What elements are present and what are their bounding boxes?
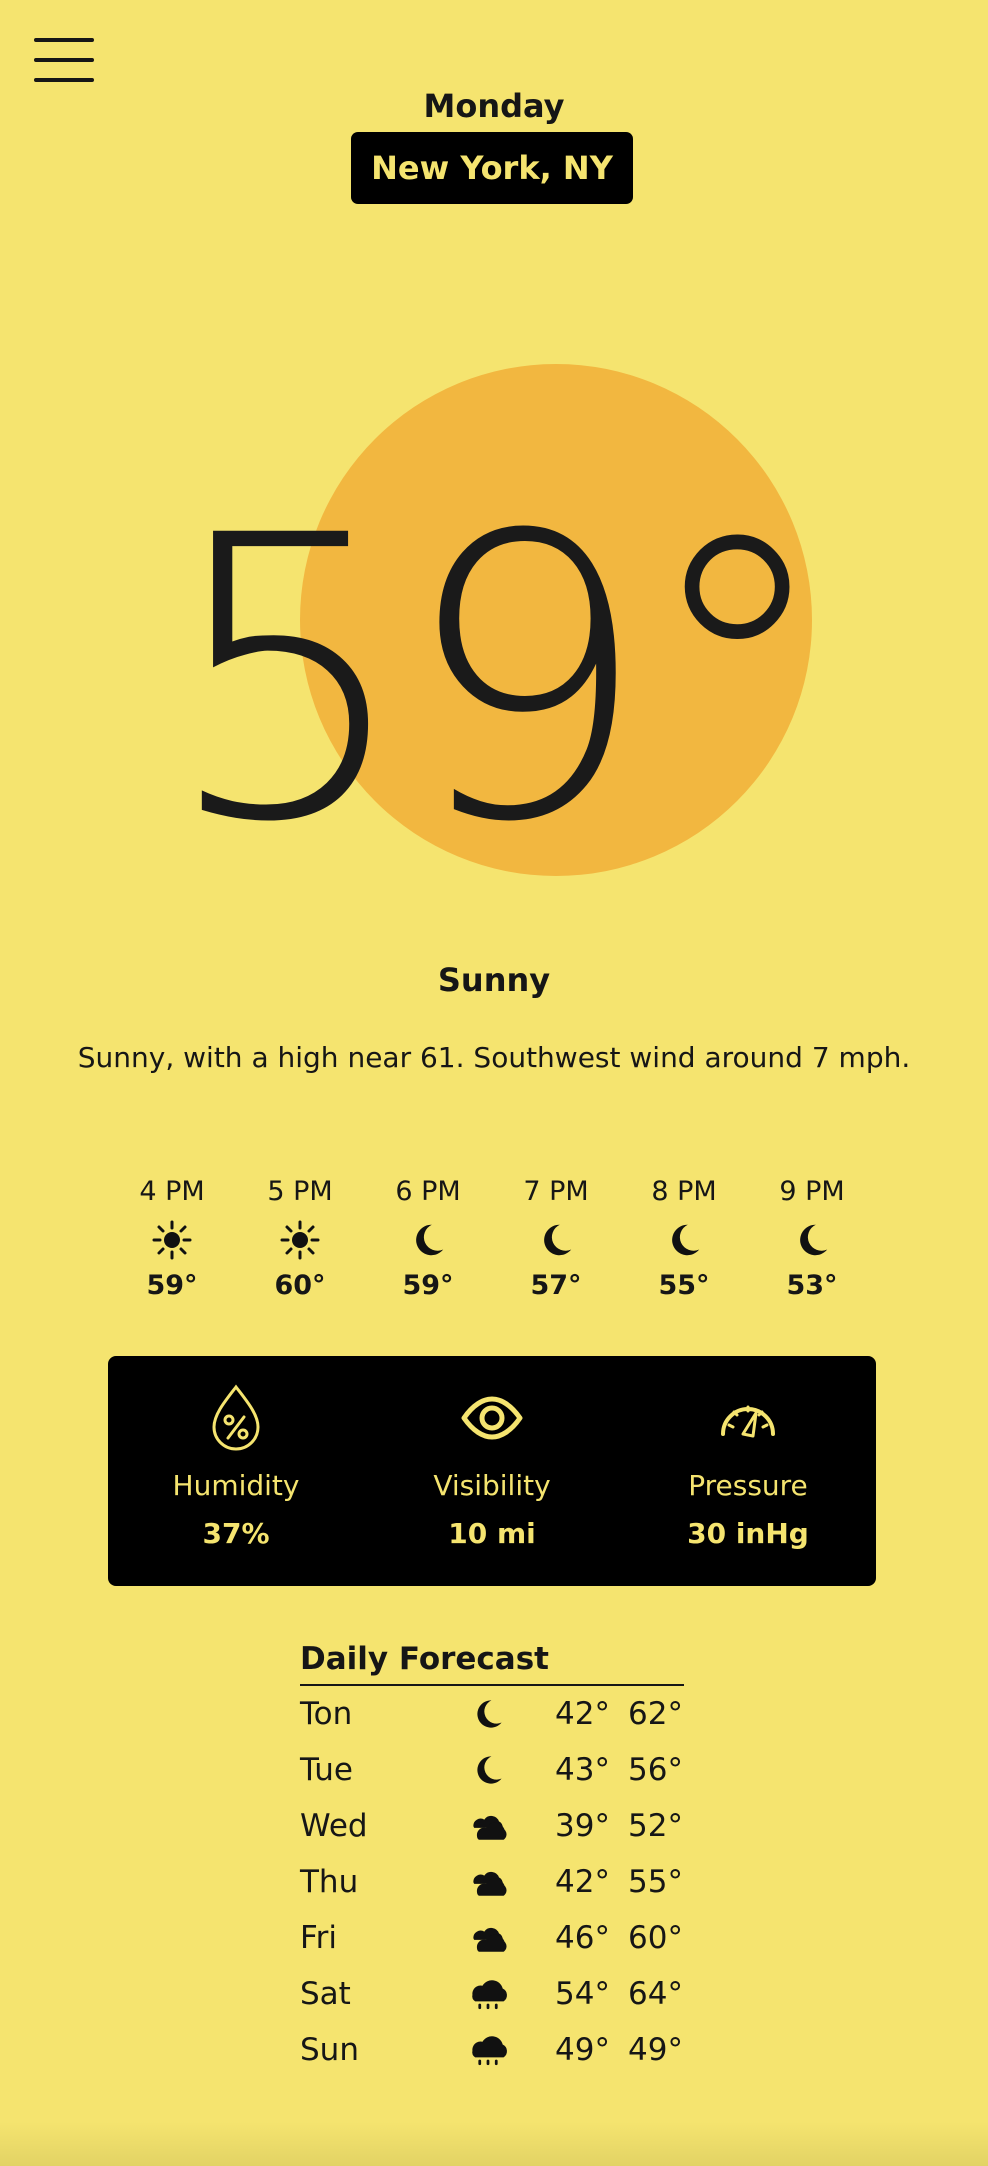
daily-forecast-row: Thu 42° 55° xyxy=(300,1854,684,1910)
daily-forecast-row: Fri 46° 60° xyxy=(300,1910,684,1966)
daily-forecast-row: Sat 54° 64° xyxy=(300,1966,684,2022)
weather-description: Sunny, with a high near 61. Southwest wi… xyxy=(77,1041,911,1074)
hour-time: 5 PM xyxy=(267,1176,333,1207)
forecast-low: 42° xyxy=(555,1864,610,1900)
daily-forecast-row: Ton 42° 62° xyxy=(300,1686,684,1742)
moon-icon xyxy=(748,1212,876,1268)
cloud-icon xyxy=(464,1862,512,1902)
forecast-high: 62° xyxy=(628,1696,683,1732)
forecast-day: Thu xyxy=(300,1864,359,1900)
cloud-icon xyxy=(464,1806,512,1846)
forecast-day: Fri xyxy=(300,1920,337,1956)
humidity-label: Humidity xyxy=(172,1469,300,1502)
hourly-item: 5 PM 60° xyxy=(236,1172,364,1312)
hourly-item: 8 PM 55° xyxy=(620,1172,748,1312)
day-name: Monday xyxy=(423,87,565,125)
sun-icon xyxy=(236,1212,364,1268)
eye-icon xyxy=(364,1378,620,1458)
daily-forecast-row: Sun 49° 49° xyxy=(300,2022,684,2078)
forecast-high: 49° xyxy=(628,2032,683,2068)
pressure-label: Pressure xyxy=(688,1469,808,1502)
moon-icon xyxy=(464,1750,512,1790)
daily-forecast: Daily Forecast Ton 42° 62° Tue 43° 56° W… xyxy=(300,1636,684,2078)
hour-time: 9 PM xyxy=(779,1176,845,1207)
rain-icon xyxy=(464,1974,512,2014)
hourly-item: 7 PM 57° xyxy=(492,1172,620,1312)
hour-time: 4 PM xyxy=(139,1176,205,1207)
forecast-high: 55° xyxy=(628,1864,683,1900)
forecast-day: Tue xyxy=(300,1752,353,1788)
menu-button[interactable] xyxy=(34,38,94,82)
hour-time: 6 PM xyxy=(395,1176,461,1207)
hourly-forecast: 4 PM 59° 5 PM 60° 6 PM 59° 7 PM 57° 8 PM… xyxy=(108,1172,884,1312)
hour-time: 8 PM xyxy=(651,1176,717,1207)
forecast-day: Wed xyxy=(300,1808,368,1844)
forecast-high: 52° xyxy=(628,1808,683,1844)
forecast-day: Sat xyxy=(300,1976,351,2012)
forecast-low: 43° xyxy=(555,1752,610,1788)
forecast-low: 49° xyxy=(555,2032,610,2068)
forecast-low: 46° xyxy=(555,1920,610,1956)
hour-temperature: 60° xyxy=(274,1270,326,1301)
pressure-value: 30 inHg xyxy=(687,1517,809,1550)
forecast-day: Ton xyxy=(300,1696,353,1732)
current-temperature: 59° xyxy=(163,453,834,907)
hour-time: 7 PM xyxy=(523,1176,589,1207)
bottom-shadow xyxy=(0,2122,988,2166)
sun-icon xyxy=(108,1212,236,1268)
forecast-day: Sun xyxy=(300,2032,359,2068)
hourly-item: 6 PM 59° xyxy=(364,1172,492,1312)
hourly-item: 4 PM 59° xyxy=(108,1172,236,1312)
visibility-label: Visibility xyxy=(433,1469,551,1502)
hour-temperature: 53° xyxy=(786,1270,838,1301)
humidity-value: 37% xyxy=(202,1517,270,1550)
humidity-icon xyxy=(108,1378,364,1458)
current-condition: Sunny xyxy=(437,961,551,999)
forecast-low: 54° xyxy=(555,1976,610,2012)
location-button[interactable]: New York, NY xyxy=(351,132,633,204)
pressure-stat: Pressure 30 inHg xyxy=(620,1378,876,1554)
gauge-icon xyxy=(620,1378,876,1458)
moon-icon xyxy=(464,1694,512,1734)
cloud-icon xyxy=(464,1918,512,1958)
hourly-item: 9 PM 53° xyxy=(748,1172,876,1312)
daily-forecast-row: Wed 39° 52° xyxy=(300,1798,684,1854)
moon-icon xyxy=(620,1212,748,1268)
hour-temperature: 59° xyxy=(402,1270,454,1301)
moon-icon xyxy=(492,1212,620,1268)
hour-temperature: 55° xyxy=(658,1270,710,1301)
forecast-high: 60° xyxy=(628,1920,683,1956)
menu-line-bottom xyxy=(34,78,94,82)
forecast-high: 56° xyxy=(628,1752,683,1788)
forecast-high: 64° xyxy=(628,1976,683,2012)
moon-icon xyxy=(364,1212,492,1268)
daily-forecast-title: Daily Forecast xyxy=(300,1636,684,1686)
menu-line-middle xyxy=(34,58,94,62)
visibility-value: 10 mi xyxy=(448,1517,536,1550)
weather-stats-panel: Humidity 37% Visibility 10 mi Pressure 3… xyxy=(108,1356,876,1586)
menu-line-top xyxy=(34,38,94,42)
forecast-low: 39° xyxy=(555,1808,610,1844)
visibility-stat: Visibility 10 mi xyxy=(364,1378,620,1554)
hour-temperature: 57° xyxy=(530,1270,582,1301)
forecast-low: 42° xyxy=(555,1696,610,1732)
daily-forecast-row: Tue 43° 56° xyxy=(300,1742,684,1798)
hour-temperature: 59° xyxy=(146,1270,198,1301)
rain-icon xyxy=(464,2030,512,2070)
humidity-stat: Humidity 37% xyxy=(108,1378,364,1554)
